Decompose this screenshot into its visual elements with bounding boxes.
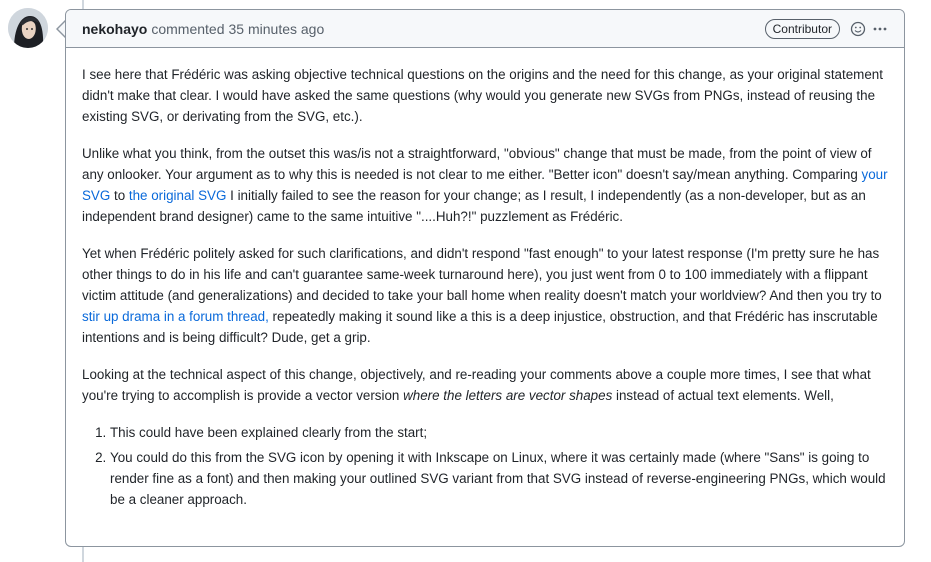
contributor-badge: Contributor	[764, 18, 840, 39]
p4-text2: instead of actual text elements. Well,	[612, 388, 834, 403]
avatar[interactable]	[8, 8, 48, 48]
comment-time[interactable]: 35 minutes ago	[229, 21, 325, 37]
comment-body: I see here that Frédéric was asking obje…	[66, 48, 904, 510]
comment-header: nekohayo commented 35 minutes ago Contri…	[66, 10, 904, 48]
ordered-list: This could have been explained clearly f…	[82, 422, 888, 510]
p2-text2: to	[110, 188, 129, 203]
list-item: You could do this from the SVG icon by o…	[110, 447, 888, 510]
author-link[interactable]: nekohayo	[82, 21, 147, 37]
forum-thread-link[interactable]: stir up drama in a forum thread,	[82, 309, 269, 324]
paragraph-3: Yet when Frédéric politely asked for suc…	[82, 243, 888, 348]
p3-text1: Yet when Frédéric politely asked for suc…	[82, 246, 882, 303]
comment-box: nekohayo commented 35 minutes ago Contri…	[65, 9, 905, 547]
original-svg-link[interactable]: the original SVG	[129, 188, 227, 203]
smiley-icon[interactable]	[850, 21, 866, 37]
paragraph-1: I see here that Frédéric was asking obje…	[82, 67, 883, 124]
p4-emphasis: where the letters are vector shapes	[403, 388, 613, 403]
paragraph-2: Unlike what you think, from the outset t…	[82, 143, 888, 227]
p2-text1: Unlike what you think, from the outset t…	[82, 146, 872, 182]
paragraph-4: Looking at the technical aspect of this …	[82, 364, 888, 406]
kebab-menu-icon[interactable]	[872, 21, 888, 37]
comment-action: commented	[151, 20, 225, 37]
list-item: This could have been explained clearly f…	[110, 422, 888, 443]
